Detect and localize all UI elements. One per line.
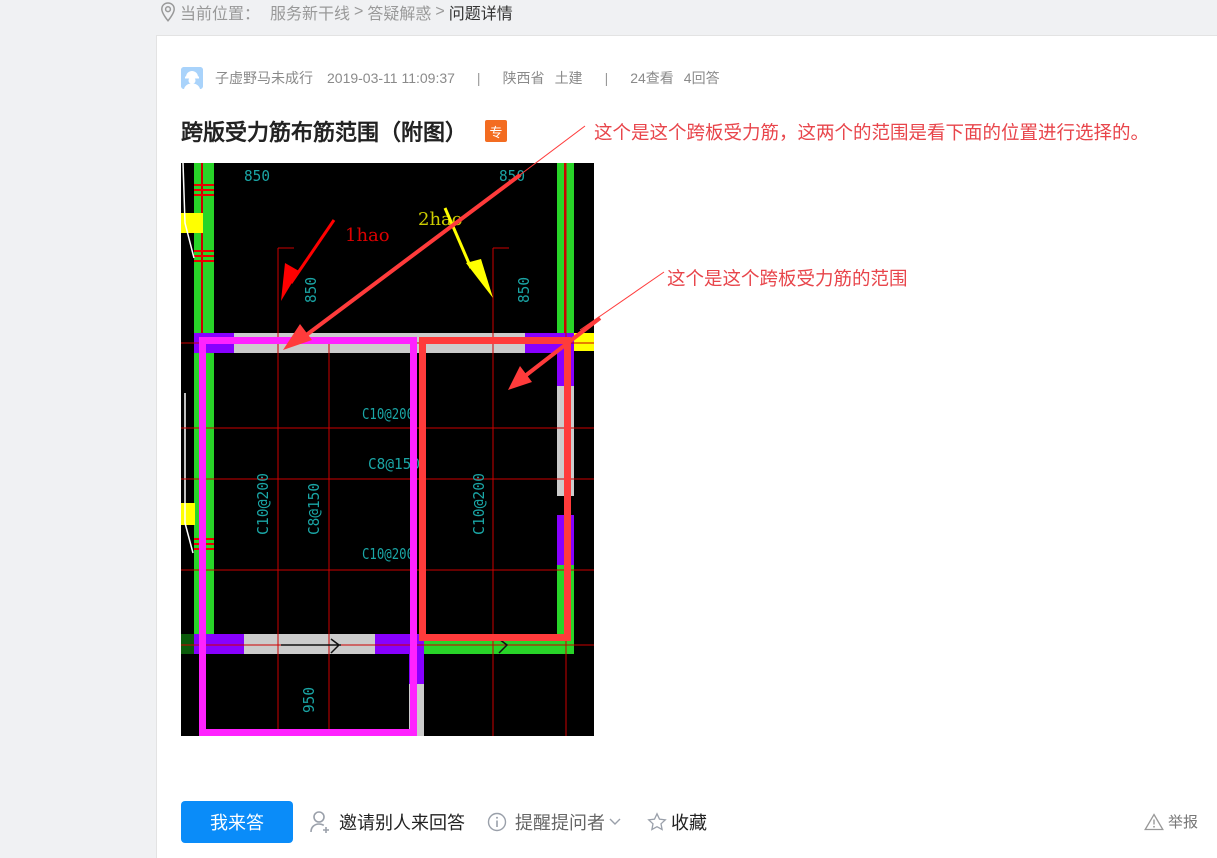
- invite-button[interactable]: 邀请别人来回答: [309, 809, 465, 835]
- marker-1hao: 1hao: [345, 225, 390, 246]
- invite-user-icon: [310, 811, 329, 833]
- region: 陕西省: [502, 70, 545, 86]
- meta-divider: |: [604, 70, 609, 86]
- rebar-label: C10@200: [362, 405, 414, 423]
- cad-drawing-image[interactable]: 850 850 850 850 950 C10@200 C8@150 C10@2…: [181, 163, 594, 736]
- answer-count: 4回答: [683, 70, 720, 86]
- breadcrumb-separator: >: [354, 3, 364, 20]
- author-name[interactable]: 子虚野马未成行: [215, 68, 313, 88]
- breadcrumb-current: 问题详情: [448, 6, 513, 23]
- worker-avatar-icon: [181, 67, 203, 89]
- dim-label: 850: [244, 167, 270, 185]
- info-icon: [487, 812, 507, 832]
- dim-label: 850: [302, 277, 320, 303]
- dim-label: 850: [499, 167, 525, 185]
- avatar[interactable]: [181, 67, 203, 89]
- question-title: 跨版受力筋布筋范围（附图）: [181, 120, 468, 145]
- invite-label: 邀请别人来回答: [339, 813, 465, 833]
- rebar-label: C10@200: [362, 545, 414, 563]
- post-datetime: 2019-03-11 11:09:37: [327, 70, 455, 86]
- breadcrumb: 当前位置： 服务新干线 > 答疑解惑 > 问题详情: [160, 0, 513, 24]
- view-count: 24查看: [630, 70, 674, 86]
- question-meta: 子虚野马未成行 2019-03-11 11:09:37 | 陕西省 土建 | 2…: [181, 67, 720, 89]
- location-pin-icon: [161, 2, 175, 22]
- dim-label: 950: [300, 687, 318, 713]
- breadcrumb-label: 当前位置：: [180, 6, 261, 23]
- report-label: 举报: [1167, 814, 1198, 831]
- report-button[interactable]: 举报: [1144, 811, 1198, 832]
- marker-2hao: 2hao: [418, 209, 463, 230]
- remind-label: 提醒提问者: [515, 813, 605, 833]
- favorite-label: 收藏: [671, 813, 707, 833]
- breadcrumb-separator: >: [435, 3, 445, 20]
- breadcrumb-link-qa[interactable]: 答疑解惑: [367, 0, 431, 24]
- action-bar: 我来答 邀请别人来回答 提醒提问者 收藏: [181, 801, 707, 843]
- warning-icon: [1144, 812, 1164, 830]
- dim-label: 850: [515, 277, 533, 303]
- annotation-note-1: 这个是这个跨板受力筋，这两个的范围是看下面的位置进行选择的。: [594, 123, 1150, 144]
- remind-asker-dropdown[interactable]: 提醒提问者: [487, 809, 621, 835]
- annotation-note-2: 这个是这个跨板受力筋的范围: [667, 269, 908, 290]
- answer-button[interactable]: 我来答: [181, 801, 293, 843]
- expert-badge: 专: [485, 120, 508, 142]
- category: 土建: [554, 70, 583, 86]
- favorite-button[interactable]: 收藏: [647, 809, 707, 835]
- star-icon: [647, 812, 667, 831]
- rebar-label: C10@200: [470, 473, 488, 535]
- meta-divider: |: [476, 70, 481, 86]
- question-card: 子虚野马未成行 2019-03-11 11:09:37 | 陕西省 土建 | 2…: [156, 35, 1217, 858]
- rebar-label: C10@200: [254, 473, 272, 535]
- question-title-row: 跨版受力筋布筋范围（附图） 专: [181, 115, 508, 147]
- rebar-label: C8@150: [305, 483, 323, 535]
- breadcrumb-link-service[interactable]: 服务新干线: [270, 0, 350, 24]
- chevron-down-icon: [609, 818, 621, 825]
